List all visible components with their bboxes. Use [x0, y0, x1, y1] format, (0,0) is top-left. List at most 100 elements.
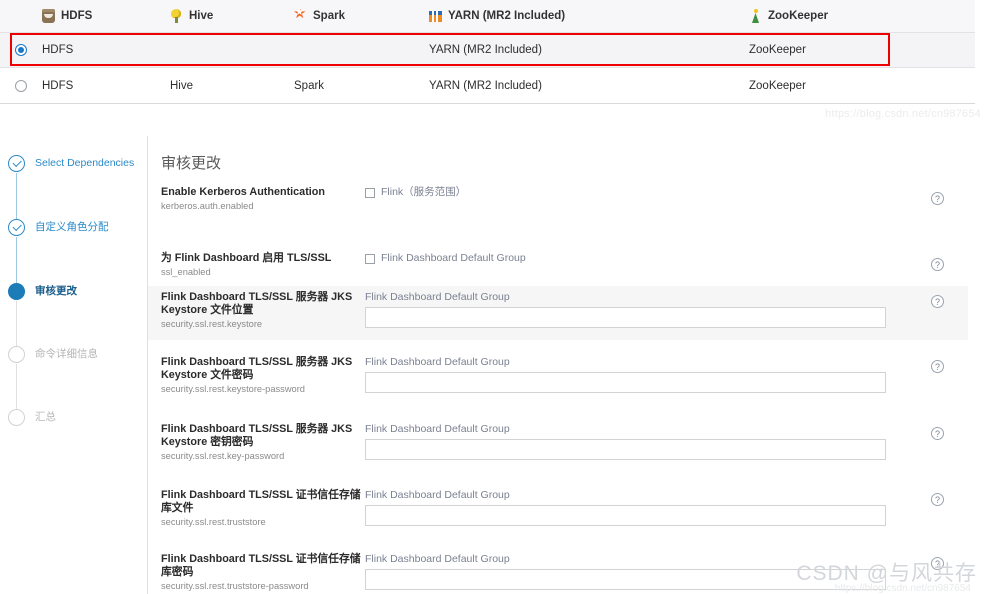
- wizard-step-label: 自定义角色分配: [35, 221, 109, 233]
- column-header-spark-label: Spark: [313, 10, 345, 22]
- wizard-step-review-changes[interactable]: 审核更改: [8, 282, 143, 300]
- property-key: ssl_enabled: [161, 267, 211, 277]
- step-pending-icon: [8, 409, 25, 426]
- cell-hdfs: HDFS: [42, 44, 74, 56]
- column-header-hdfs-label: HDFS: [61, 10, 93, 22]
- property-control-block: Flink Dashboard Default Group: [365, 489, 968, 543]
- help-icon[interactable]: ?: [931, 192, 944, 205]
- watermark-top-url: https://blog.csdn.net/cn987654: [825, 108, 981, 120]
- row-radio-cell[interactable]: [0, 79, 42, 92]
- property-row-truststore-file: Flink Dashboard TLS/SSL 证书信任存储库文件 securi…: [148, 489, 968, 543]
- table-bottom-border: [0, 103, 975, 104]
- column-header-hive-label: Hive: [189, 10, 214, 22]
- services-table-header: HDFS Hive Spark YARN (MR2 Included) ZooK…: [0, 0, 975, 33]
- step-check-icon: [8, 155, 25, 172]
- radio-button-selected[interactable]: [15, 44, 27, 56]
- property-label-block: Flink Dashboard TLS/SSL 证书信任存储库密码 securi…: [148, 553, 365, 594]
- help-icon[interactable]: ?: [931, 360, 944, 373]
- property-control-block: Flink Dashboard Default Group: [365, 291, 968, 340]
- hive-icon: [170, 9, 183, 23]
- step-pending-icon: [8, 346, 25, 363]
- property-key: security.ssl.rest.key-password: [161, 451, 285, 461]
- group-label: Flink Dashboard Default Group: [365, 489, 510, 501]
- property-name: Enable Kerberos Authentication: [161, 186, 325, 198]
- wizard-step-label: 命令详细信息: [35, 348, 98, 360]
- review-changes-panel: 审核更改 Enable Kerberos Authentication kerb…: [148, 136, 985, 594]
- hdfs-icon: [42, 9, 55, 23]
- property-row-key-password: Flink Dashboard TLS/SSL 服务器 JKS Keystore…: [148, 423, 968, 477]
- watermark-bottom-url: https://blog.csdn.net/cn987654: [834, 583, 971, 594]
- table-row[interactable]: HDFS YARN (MR2 Included) ZooKeeper: [0, 33, 975, 68]
- wizard-step-select-dependencies[interactable]: Select Dependencies: [8, 154, 143, 172]
- property-row-kerberos-auth: Enable Kerberos Authentication kerberos.…: [148, 186, 968, 226]
- property-label-block: Enable Kerberos Authentication kerberos.…: [148, 186, 365, 226]
- services-table: HDFS Hive Spark YARN (MR2 Included) ZooK…: [0, 0, 975, 104]
- page-title: 审核更改: [161, 155, 222, 172]
- property-label-block: Flink Dashboard TLS/SSL 服务器 JKS Keystore…: [148, 356, 365, 410]
- table-row[interactable]: HDFS Hive Spark YARN (MR2 Included) ZooK…: [0, 68, 975, 104]
- property-key: security.ssl.rest.truststore-password: [161, 581, 309, 591]
- step-connector: [16, 364, 17, 411]
- property-key: security.ssl.rest.keystore-password: [161, 384, 305, 394]
- zookeeper-icon: [749, 9, 762, 23]
- checkbox-icon[interactable]: [365, 253, 375, 264]
- cell-yarn: YARN (MR2 Included): [429, 44, 542, 56]
- key-password-input[interactable]: [365, 439, 886, 460]
- property-control-block: Flink Dashboard Default Group: [365, 356, 968, 410]
- column-header-zookeeper-label: ZooKeeper: [768, 10, 829, 22]
- property-control-block: Flink Dashboard Default Group: [365, 423, 968, 477]
- checkbox-icon[interactable]: [365, 187, 375, 198]
- wizard-step-summary[interactable]: 汇总: [8, 408, 143, 426]
- cell-hive: Hive: [170, 79, 194, 92]
- property-key: security.ssl.rest.truststore: [161, 517, 266, 527]
- checkbox-label: Flink Dashboard Default Group: [381, 252, 526, 264]
- wizard-step-command-details[interactable]: 命令详细信息: [8, 345, 143, 363]
- wizard-step-label: 汇总: [35, 411, 56, 423]
- property-key: security.ssl.rest.keystore: [161, 319, 263, 329]
- keystore-location-input[interactable]: [365, 307, 886, 328]
- step-connector: [16, 173, 17, 221]
- wizard-step-custom-role-assignment[interactable]: 自定义角色分配: [8, 218, 143, 236]
- wizard-sidebar: Select Dependencies 自定义角色分配 审核更改 命令详细信息 …: [0, 136, 148, 594]
- cell-yarn: YARN (MR2 Included): [429, 79, 542, 92]
- property-control-block: Flink（服务范围）: [365, 186, 968, 226]
- property-label-block: Flink Dashboard TLS/SSL 服务器 JKS Keystore…: [148, 423, 365, 477]
- help-icon[interactable]: ?: [931, 295, 944, 308]
- step-check-icon: [8, 219, 25, 236]
- column-header-yarn-label: YARN (MR2 Included): [448, 10, 566, 22]
- checkbox-label: Flink（服务范围）: [381, 186, 467, 198]
- cell-zookeeper: ZooKeeper: [749, 79, 806, 92]
- cell-hdfs: HDFS: [42, 79, 74, 92]
- help-icon[interactable]: ?: [931, 427, 944, 440]
- property-row-keystore-password: Flink Dashboard TLS/SSL 服务器 JKS Keystore…: [148, 356, 968, 410]
- step-connector: [16, 301, 17, 348]
- property-name: 为 Flink Dashboard 启用 TLS/SSL: [161, 252, 332, 264]
- column-header-hdfs: HDFS: [42, 9, 170, 23]
- truststore-file-input[interactable]: [365, 505, 886, 526]
- keystore-password-input[interactable]: [365, 372, 886, 393]
- checkbox-row[interactable]: Flink（服务范围）: [365, 186, 968, 199]
- help-icon[interactable]: ?: [931, 493, 944, 506]
- checkbox-row[interactable]: Flink Dashboard Default Group: [365, 252, 968, 265]
- column-header-spark: Spark: [294, 9, 429, 23]
- property-name: Flink Dashboard TLS/SSL 证书信任存储库密码: [161, 553, 361, 578]
- wizard-step-label: Select Dependencies: [35, 157, 135, 169]
- wizard-step-label: 审核更改: [35, 285, 77, 297]
- property-name: Flink Dashboard TLS/SSL 服务器 JKS Keystore…: [161, 423, 353, 448]
- cell-zookeeper: ZooKeeper: [749, 44, 806, 56]
- group-label: Flink Dashboard Default Group: [365, 423, 510, 435]
- step-current-icon: [8, 283, 25, 300]
- property-label-block: Flink Dashboard TLS/SSL 服务器 JKS Keystore…: [148, 291, 365, 340]
- property-key: kerberos.auth.enabled: [161, 201, 254, 211]
- radio-button-unselected[interactable]: [15, 79, 27, 92]
- help-icon[interactable]: ?: [931, 258, 944, 271]
- group-label: Flink Dashboard Default Group: [365, 356, 510, 368]
- spark-icon: [294, 9, 307, 23]
- group-label: Flink Dashboard Default Group: [365, 291, 510, 303]
- property-name: Flink Dashboard TLS/SSL 服务器 JKS Keystore…: [161, 356, 353, 381]
- property-name: Flink Dashboard TLS/SSL 证书信任存储库文件: [161, 489, 361, 514]
- property-label-block: Flink Dashboard TLS/SSL 证书信任存储库文件 securi…: [148, 489, 365, 543]
- column-header-yarn: YARN (MR2 Included): [429, 10, 749, 22]
- property-name: Flink Dashboard TLS/SSL 服务器 JKS Keystore…: [161, 291, 353, 316]
- row-radio-cell[interactable]: [0, 44, 42, 56]
